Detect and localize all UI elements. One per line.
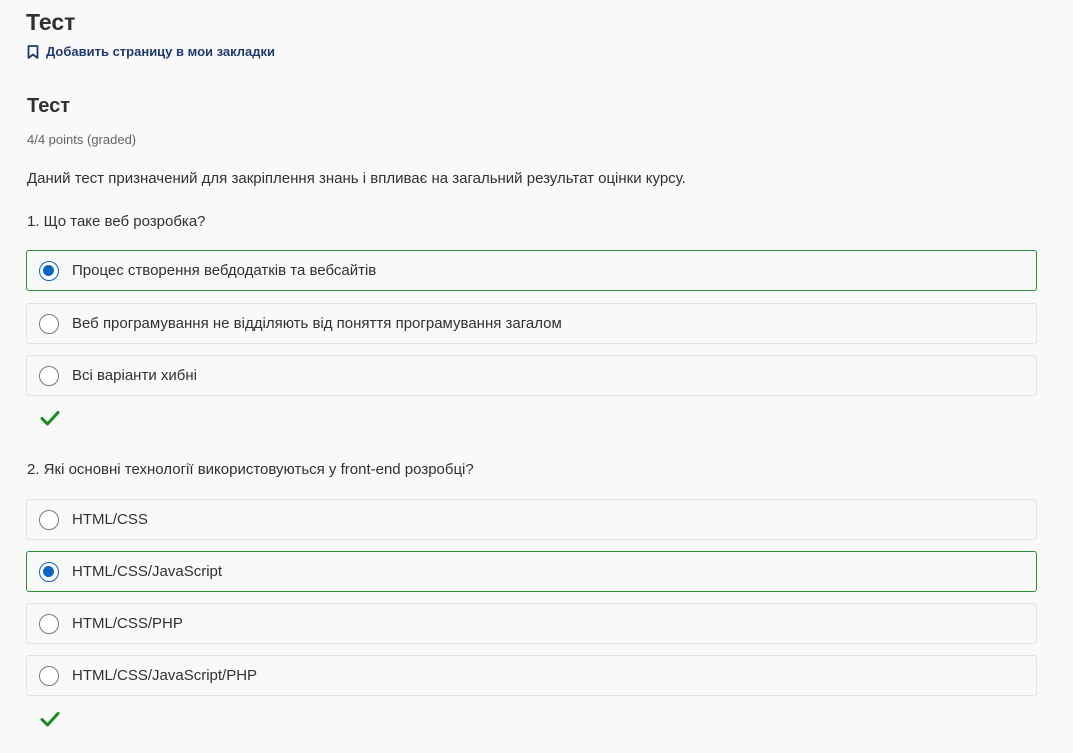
option-label: HTML/CSS/JavaScript [72,562,223,580]
option-label: Веб програмування не відділяють від поня… [72,314,562,332]
quiz-page: Тест Добавить страницу в мои закладки Те… [0,0,1073,753]
question-2-option-2[interactable]: HTML/CSS/JavaScript [26,551,1037,592]
bookmark-label: Добавить страницу в мои закладки [46,44,276,59]
quiz-title: Тест [27,95,70,117]
quiz-description: Даний тест призначений для закріплення з… [27,170,686,187]
points-status: 4/4 points (graded) [27,132,137,147]
option-label: HTML/CSS/JavaScript/PHP [72,666,258,684]
radio-button[interactable] [39,509,59,530]
question-2-option-3[interactable]: HTML/CSS/PHP [26,603,1037,644]
question-1-option-2[interactable]: Веб програмування не відділяють від поня… [26,303,1037,344]
option-label: Процес створення вебдодатків та вебсайті… [72,261,377,279]
question-1-option-3[interactable]: Всі варіанти хибні [26,355,1037,396]
option-label: Всі варіанти хибні [72,366,197,384]
option-label: HTML/CSS [72,510,148,528]
add-bookmark-link[interactable]: Добавить страницу в мои закладки [27,43,275,61]
radio-button-checked[interactable] [39,260,59,281]
bookmark-icon [27,45,39,59]
checkmark-icon [40,711,60,727]
question-2-option-4[interactable]: HTML/CSS/JavaScript/PHP [26,655,1037,696]
radio-button-checked[interactable] [39,561,59,582]
question-2-text: 2. Які основні технології використовують… [27,461,474,478]
radio-button[interactable] [39,613,59,634]
radio-button[interactable] [39,365,59,386]
question-1-text: 1. Що таке веб розробка? [27,213,206,230]
radio-button[interactable] [39,313,59,334]
question-1-option-1[interactable]: Процес створення вебдодатків та вебсайті… [26,250,1037,291]
checkmark-icon [40,410,60,426]
radio-button[interactable] [39,665,59,686]
question-2-option-1[interactable]: HTML/CSS [26,499,1037,540]
option-label: HTML/CSS/PHP [72,614,183,632]
page-title: Тест [26,9,76,35]
